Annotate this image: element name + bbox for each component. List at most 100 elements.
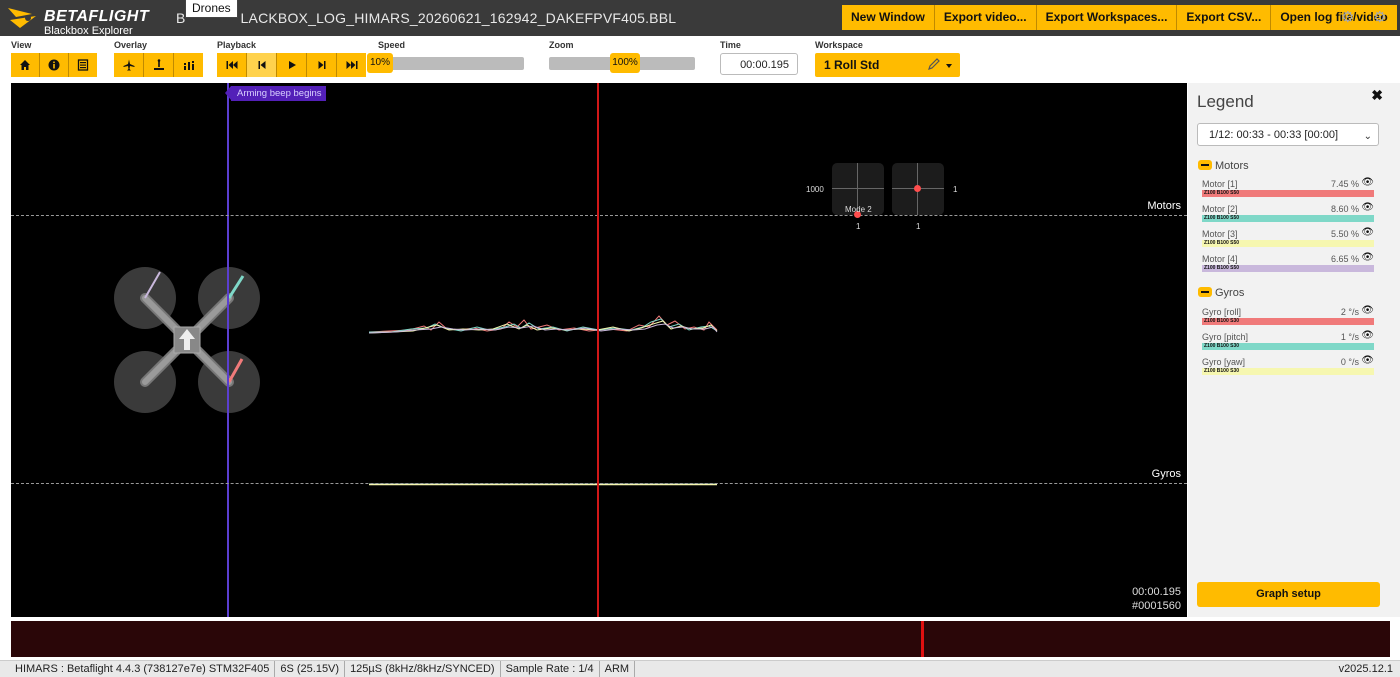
chevron-down-icon [946,64,952,68]
aircraft-icon [123,59,134,71]
legend-item-name: Motor [1] [1202,179,1238,189]
speed-slider-track[interactable] [374,57,524,70]
gear-icon[interactable]: ⚙ [1373,9,1386,27]
legend-range-select[interactable]: 1/12: 00:33 - 00:33 [00:00] ⌄ [1197,123,1379,146]
log-file-title: B LACKBOX_LOG_HIMARS_20260621_162942_DAKE… [176,10,676,26]
export-workspaces-button[interactable]: Export Workspaces... [1036,5,1178,30]
app-version: v2025.12.1 [1338,663,1393,675]
speed-label: Speed [378,40,406,50]
status-sample-rate: Sample Rate : 1/4 [501,661,600,677]
zoom-label: Zoom [549,40,574,50]
legend-title: Legend [1197,92,1254,111]
status-battery: 6S (25.15V) [275,661,346,677]
home-icon [20,60,30,70]
info-button[interactable] [40,53,69,77]
right-stick-bottom: 1 [916,222,921,231]
speed-slider-handle[interactable]: 10% [367,53,393,73]
legend-item-value: 7.45 % [1330,179,1359,189]
export-video-button[interactable]: Export video... [934,5,1037,30]
eye-icon[interactable]: 👁 [1361,330,1374,341]
zoom-slider-handle[interactable]: 100% [610,53,640,73]
step-forward-icon [318,61,325,69]
marker-cursor-line [227,83,229,617]
legend-item-name: Gyro [pitch] [1202,332,1249,342]
timeline-position-marker[interactable] [921,621,924,657]
collapse-icon [1198,287,1212,298]
gyros-axis-line [11,483,1187,484]
legend-group-label: Gyros [1215,287,1245,299]
legend-item-name: Gyro [roll] [1202,307,1242,317]
eye-icon[interactable]: 👁 [1361,202,1374,213]
graph-time: 00:00.195 [1132,586,1181,598]
gear-icon[interactable]: ⚙ [1341,9,1354,27]
eye-icon[interactable]: 👁 [1361,227,1374,238]
right-stick-display [892,163,944,215]
table-button[interactable] [69,53,97,77]
status-arm: ARM [600,661,636,677]
gyros-graph-label: Gyros [1151,468,1181,480]
legend-item-value: 1 °/s [1340,332,1359,342]
workspace-dropdown[interactable]: 1 Roll Std [815,53,960,77]
file-title-text: LACKBOX_LOG_HIMARS_20260621_162942_DAKEF… [240,10,677,26]
view-label: View [11,40,32,50]
left-stick-mode: Mode 2 [845,205,872,214]
legend-item-bar: Z100 B100 S50 [1202,240,1374,247]
legend-panel: Legend ✖ 1/12: 00:33 - 00:33 [00:00] ⌄ M… [1188,83,1400,617]
skip-to-end-icon [346,61,357,69]
eye-icon[interactable]: 👁 [1361,355,1374,366]
motors-graph-label: Motors [1147,200,1181,212]
right-stick-dot [914,185,921,192]
skip-end-button[interactable] [337,53,366,77]
collapse-icon [1198,160,1212,171]
legend-item-value: 0 °/s [1340,357,1359,367]
play-icon [288,61,296,69]
legend-item-bar: Z100 B100 S30 [1202,368,1374,375]
log-graph-canvas[interactable]: Arming beep begins Motors Gyros Mode 2 1… [11,83,1187,617]
legend-item-name: Gyro [yaw] [1202,357,1246,367]
home-button[interactable] [11,53,40,77]
legend-item-name: Motor [4] [1202,254,1238,264]
craft-overlay [114,267,260,413]
eye-icon[interactable]: 👁 [1361,305,1374,316]
pencil-icon[interactable] [927,57,941,71]
list-icon [77,59,89,71]
event-flag: Arming beep begins [225,86,326,101]
analyser-overlay-button[interactable] [174,53,203,77]
skip-start-button[interactable] [217,53,247,77]
eye-icon[interactable]: 👁 [1361,177,1374,188]
graph-frame: #0001560 [1132,600,1181,612]
person-up-icon [153,59,164,70]
workspace-label: Workspace [815,40,863,50]
legend-item-value: 2 °/s [1340,307,1359,317]
sticks-overlay-button[interactable] [144,53,174,77]
step-back-button[interactable] [247,53,277,77]
status-bar: HIMARS : Betaflight 4.4.3 (738127e7e) ST… [0,660,1400,677]
legend-group-gyros[interactable]: Gyros [1198,287,1244,299]
tooltip: Drones [185,0,238,18]
top-bar: BETAFLIGHT Blackbox Explorer B LACKBOX_LO… [0,0,1400,37]
status-looptime: 125µS (8kHz/8kHz/SYNCED) [345,661,501,677]
legend-item-value: 8.60 % [1330,204,1359,214]
export-csv-button[interactable]: Export CSV... [1177,5,1272,30]
log-timeline-seekbar[interactable] [11,621,1390,657]
time-input[interactable]: 00:00.195 [720,53,798,75]
left-stick-bottom: 1 [856,222,861,231]
play-button[interactable] [277,53,307,77]
legend-item-bar: Z100 B100 S50 [1202,190,1374,197]
close-icon[interactable]: ✖ [1371,87,1383,104]
legend-group-motors[interactable]: Motors [1198,160,1249,172]
app-logo: BETAFLIGHT Blackbox Explorer [6,4,176,37]
eye-icon[interactable]: 👁 [1361,252,1374,263]
step-forward-button[interactable] [307,53,337,77]
new-window-button[interactable]: New Window [842,5,935,30]
gyros-trace [369,483,717,486]
workspace-value: 1 Roll Std [824,58,880,72]
craft-overlay-button[interactable] [114,53,144,77]
top-button-group: New Window Export video... Export Worksp… [842,5,1397,30]
left-stick-label: 1000 [806,185,824,194]
legend-group-label: Motors [1215,160,1249,172]
toolbar: View Overlay Playback Speed 10% Zoom 100… [0,36,1400,82]
legend-item-name: Motor [3] [1202,229,1238,239]
legend-item-bar: Z100 B100 S30 [1202,343,1374,350]
graph-setup-button[interactable]: Graph setup [1197,582,1380,607]
